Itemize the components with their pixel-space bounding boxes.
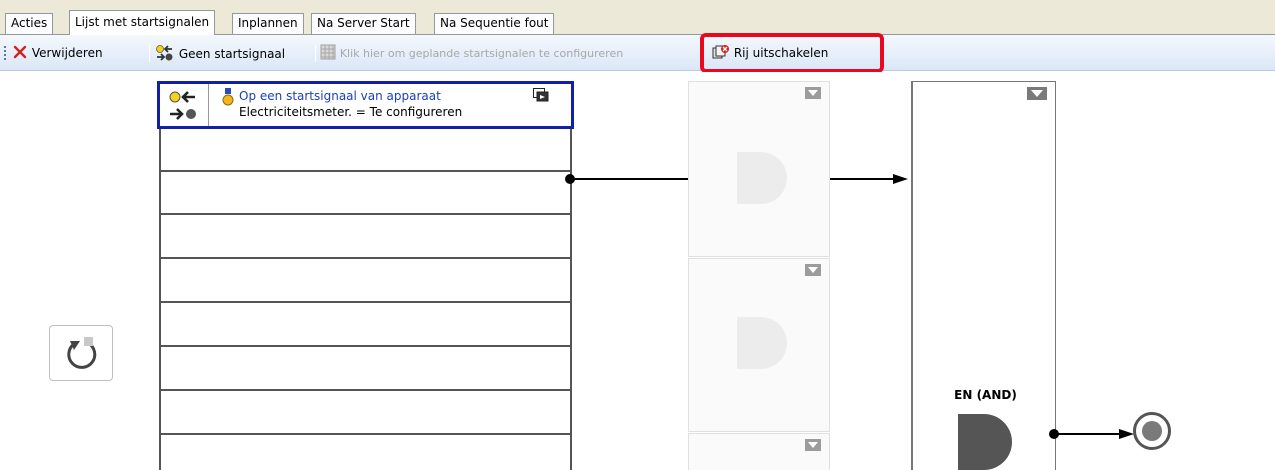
- and-gate-icon: [737, 317, 787, 369]
- dropdown-arrow-icon[interactable]: [805, 264, 821, 276]
- dropdown-arrow-icon[interactable]: [805, 87, 821, 99]
- tab-label: Na Sequentie fout: [440, 16, 549, 30]
- row-divider: [159, 213, 572, 215]
- and-gate-label: EN (AND): [954, 388, 1017, 402]
- ghost-gate-block[interactable]: [688, 258, 830, 432]
- refresh-icon: [67, 337, 97, 369]
- configure-label: Klik hier om geplande startsignalen te c…: [339, 47, 624, 60]
- output-connector: [1049, 429, 1134, 439]
- no-start-signal-button[interactable]: Geen startsignaal: [155, 44, 285, 63]
- toolbar-separator: [149, 45, 150, 62]
- tab-na-sequentie-fout[interactable]: Na Sequentie fout: [434, 13, 555, 34]
- tab-lijst-met-startsignalen[interactable]: Lijst met startsignalen: [69, 10, 216, 35]
- delete-button[interactable]: Verwijderen: [12, 44, 103, 63]
- no-start-signal-label: Geen startsignaal: [178, 47, 286, 61]
- and-gate-icon: [737, 152, 787, 204]
- ghost-gate-block[interactable]: [688, 81, 830, 257]
- end-node[interactable]: [1133, 412, 1171, 450]
- row-divider: [159, 257, 572, 259]
- signal-type-icon: [160, 84, 209, 126]
- tab-acties[interactable]: Acties: [5, 13, 54, 34]
- tab-na-server-start[interactable]: Na Server Start: [311, 13, 416, 34]
- row-divider: [159, 301, 572, 303]
- row-divider: [159, 170, 572, 172]
- toolbar-grip[interactable]: [4, 46, 6, 60]
- tab-label: Na Server Start: [317, 16, 410, 30]
- ghost-gate-block[interactable]: [688, 433, 830, 470]
- tab-label: Inplannen: [238, 16, 298, 30]
- tab-bar: Acties Lijst met startsignalen Inplannen…: [0, 0, 1275, 35]
- device-icon: [222, 88, 234, 106]
- start-signal-icon: [156, 45, 173, 61]
- loop-button[interactable]: [49, 325, 113, 381]
- toolbar: Verwijderen Geen startsignaal Klik hier …: [0, 34, 1275, 71]
- tab-inplannen[interactable]: Inplannen: [232, 13, 304, 34]
- and-gate-icon: [958, 414, 1012, 470]
- signal-list: [159, 81, 572, 470]
- tab-label: Lijst met startsignalen: [75, 15, 210, 29]
- tab-label: Acties: [11, 16, 48, 30]
- signal-title[interactable]: Op een startsignaal van apparaat: [239, 89, 441, 103]
- workspace: Acties Lijst met startsignalen Inplannen…: [0, 0, 1275, 470]
- and-gate-block[interactable]: EN (AND): [911, 81, 1056, 470]
- red-x-icon: [13, 45, 27, 59]
- dropdown-arrow-icon[interactable]: [805, 439, 821, 451]
- delete-label: Verwijderen: [31, 46, 103, 60]
- sequence-canvas: Op een startsignaal van apparaat Electri…: [0, 72, 1275, 470]
- signal-row[interactable]: Op een startsignaal van apparaat Electri…: [157, 81, 574, 129]
- calendar-grid-icon: [320, 44, 336, 60]
- configure-scheduled-signals-button[interactable]: Klik hier om geplande startsignalen te c…: [320, 44, 623, 63]
- row-divider: [159, 345, 572, 347]
- toolbar-separator: [315, 45, 316, 62]
- row-divider: [159, 389, 572, 391]
- row-divider: [159, 433, 572, 435]
- signal-subtitle: Electriciteitsmeter. = Te configureren: [239, 105, 463, 119]
- dropdown-arrow-icon[interactable]: [1027, 87, 1047, 100]
- copy-window-icon[interactable]: [533, 88, 549, 102]
- highlight-box: [700, 33, 884, 73]
